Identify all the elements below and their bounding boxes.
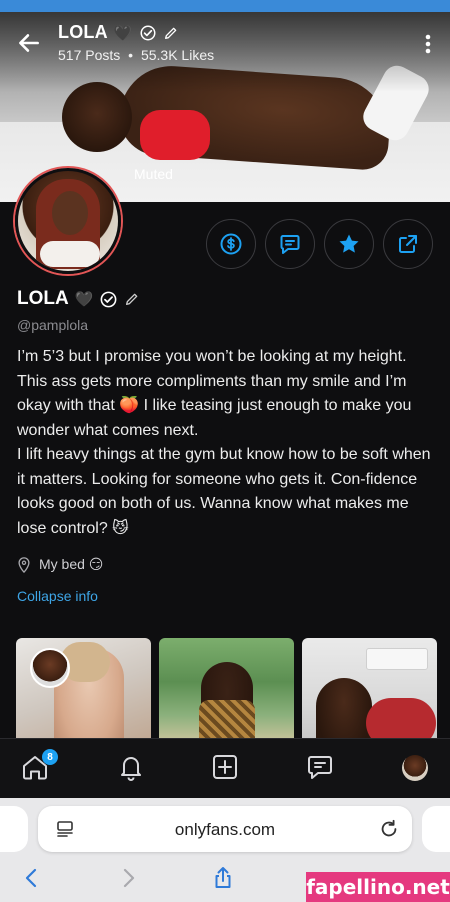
more-options-icon[interactable]	[418, 32, 438, 56]
stats-separator: •	[128, 47, 134, 63]
tip-button[interactable]	[206, 219, 256, 269]
share-button[interactable]	[383, 219, 433, 269]
location: My bed 😏	[17, 556, 103, 573]
dollar-icon	[220, 233, 242, 255]
media-thumbnail[interactable]	[16, 638, 151, 748]
status-strip	[0, 0, 450, 12]
add-post-icon[interactable]	[210, 752, 240, 782]
profile-name-text: LOLA	[17, 288, 69, 309]
favorite-button[interactable]	[324, 219, 374, 269]
profile-handle: @pamplola	[17, 317, 89, 333]
back-arrow-icon[interactable]	[16, 30, 42, 56]
heart-emoji: 🖤	[113, 24, 133, 42]
location-pin-icon	[18, 556, 30, 573]
likes-count: 55.3K Likes	[140, 47, 215, 63]
share-icon[interactable]	[211, 866, 235, 890]
header-title: LOLA 🖤	[58, 22, 179, 43]
notification-badge: 8	[42, 749, 58, 765]
profile-name: LOLA 🖤	[17, 288, 140, 310]
reload-icon[interactable]	[378, 818, 400, 840]
watermark: fapellino.net	[306, 872, 450, 902]
posts-count: 517 Posts	[58, 47, 121, 63]
back-icon[interactable]	[20, 866, 44, 890]
profile-avatar[interactable]	[15, 168, 121, 274]
profile-bio: I’m 5’3 but I promise you won’t be looki…	[17, 348, 431, 537]
share-icon	[399, 235, 417, 253]
star-icon	[339, 234, 359, 253]
edit-icon[interactable]	[124, 291, 140, 307]
verified-icon	[100, 291, 117, 307]
media-thumbnail[interactable]	[159, 638, 294, 748]
location-text: My bed 😏	[39, 556, 104, 572]
chat-icon[interactable]	[305, 752, 335, 782]
forward-icon[interactable]	[116, 866, 140, 890]
bell-icon[interactable]	[116, 752, 146, 782]
edit-icon[interactable]	[163, 25, 179, 41]
profile-stats: 517 Posts • 55.3K Likes	[58, 47, 214, 63]
message-icon	[280, 235, 300, 254]
media-thumbnail[interactable]	[302, 638, 437, 748]
profile-avatar[interactable]	[402, 755, 428, 781]
name-heart-emoji: 🖤	[74, 291, 94, 308]
collapse-info-link[interactable]: Collapse info	[17, 588, 98, 604]
message-button[interactable]	[265, 219, 315, 269]
muted-label: Muted	[134, 166, 173, 182]
header-name: LOLA	[58, 22, 108, 42]
verified-icon	[140, 25, 156, 40]
